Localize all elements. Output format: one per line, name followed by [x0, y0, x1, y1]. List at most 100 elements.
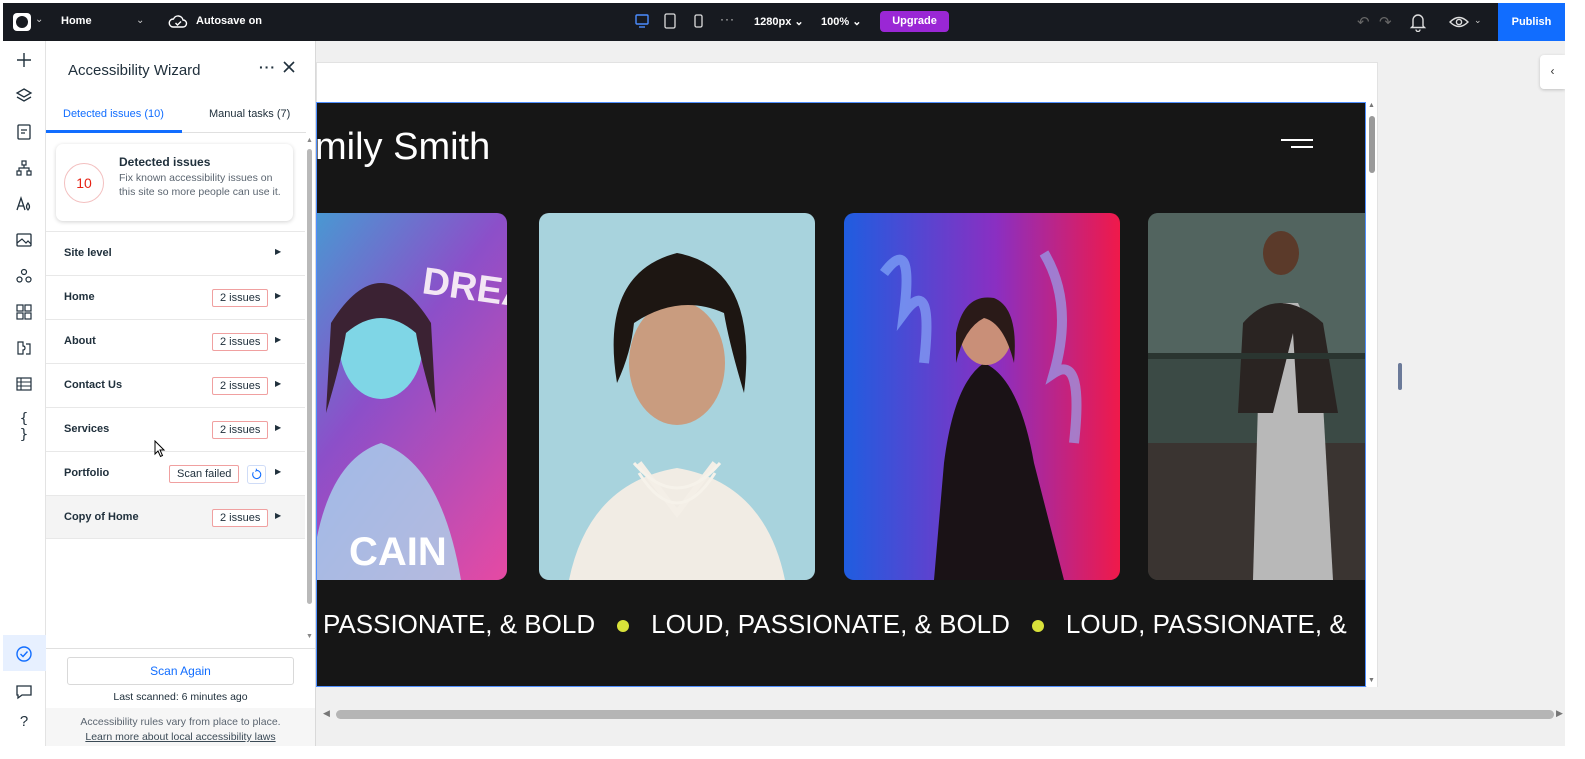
summary-title: Detected issues: [119, 155, 211, 169]
retry-scan-icon[interactable]: [247, 465, 266, 484]
layers-icon[interactable]: [15, 87, 33, 105]
bell-icon[interactable]: [1409, 12, 1427, 32]
summary-description: Fix known accessibility issues on this s…: [119, 172, 281, 198]
redo-icon[interactable]: ↷: [1379, 13, 1392, 31]
gallery-image-4[interactable]: [1148, 213, 1365, 580]
design-icon[interactable]: [15, 195, 33, 213]
comments-icon[interactable]: [15, 683, 33, 701]
tablet-icon[interactable]: [664, 13, 676, 29]
resize-handle[interactable]: [1398, 363, 1402, 390]
portrait-illustration: [539, 213, 815, 580]
list-item-about[interactable]: About 2 issues ▶: [46, 319, 305, 363]
portrait-illustration: [1148, 213, 1365, 580]
detected-issues-summary: 10 Detected issues Fix known accessibili…: [56, 144, 293, 221]
bullet-dot-icon: [1031, 620, 1044, 633]
scroll-right-icon[interactable]: ▶: [1556, 708, 1563, 719]
help-icon[interactable]: ?: [15, 713, 33, 731]
canvas-horizontal-scrollbar[interactable]: [336, 710, 1554, 719]
upgrade-button[interactable]: Upgrade: [880, 11, 949, 32]
accessibility-icon[interactable]: [15, 645, 33, 663]
panel-tabs: Detected issues (10) Manual tasks (7): [46, 99, 306, 133]
scan-failed-tag: Scan failed: [169, 465, 240, 483]
left-toolbar: { } ?: [3, 41, 46, 746]
widgets-icon[interactable]: [15, 303, 33, 321]
active-tab-indicator: [46, 130, 182, 133]
portrait-illustration: DREA CAIN: [317, 213, 507, 580]
local-laws-link[interactable]: Learn more about local accessibility law…: [46, 730, 315, 745]
scrollbar-thumb[interactable]: [1369, 116, 1375, 173]
site-section-selected[interactable]: mily Smith DREA CAIN PASSIONATE, & BOLD …: [316, 102, 1366, 687]
row-label: Copy of Home: [64, 511, 139, 523]
scan-again-button[interactable]: Scan Again: [67, 657, 294, 685]
issue-count-tag: 2 issues: [212, 333, 269, 351]
list-item-services[interactable]: Services 2 issues ▶: [46, 407, 305, 451]
list-item-home[interactable]: Home 2 issues ▶: [46, 275, 305, 319]
list-item-site-level[interactable]: Site level ▶: [46, 231, 305, 275]
site-structure-icon[interactable]: [15, 159, 33, 177]
more-devices-button[interactable]: ···: [720, 12, 735, 26]
cms-table-icon[interactable]: [15, 375, 33, 393]
issues-list: Site level ▶ Home 2 issues ▶ About 2 iss…: [46, 231, 305, 539]
zoom-selector[interactable]: 100% ⌄: [821, 15, 861, 28]
eye-icon[interactable]: [1449, 14, 1469, 30]
marquee-segment: PASSIONATE, & BOLD: [323, 609, 596, 639]
site-title[interactable]: mily Smith: [317, 126, 490, 169]
close-icon[interactable]: [282, 60, 296, 74]
row-label: Home: [64, 291, 95, 303]
panel-footer: Scan Again Last scanned: 6 minutes ago A…: [46, 648, 315, 746]
gallery-image-3[interactable]: [844, 213, 1120, 580]
apps-icon[interactable]: [15, 267, 33, 285]
undo-icon[interactable]: ↶: [1357, 13, 1370, 31]
scrollbar-thumb[interactable]: [307, 149, 312, 604]
chevron-left-icon[interactable]: ‹: [1540, 55, 1565, 89]
issue-count-badge: 10: [64, 163, 104, 203]
caret-right-icon: ▶: [275, 467, 282, 476]
tab-manual-tasks[interactable]: Manual tasks (7): [209, 108, 290, 120]
page-selector[interactable]: Home: [61, 15, 92, 27]
chevron-down-icon[interactable]: ⌄: [35, 14, 43, 25]
gallery-image-2[interactable]: [539, 213, 815, 580]
scroll-up-icon[interactable]: ▲: [305, 137, 314, 144]
caret-right-icon: ▶: [275, 511, 282, 520]
pages-icon[interactable]: [15, 123, 33, 141]
list-item-portfolio[interactable]: Portfolio Scan failed ▶: [46, 451, 305, 495]
tab-detected-issues[interactable]: Detected issues (10): [63, 108, 164, 120]
wix-logo-icon[interactable]: [13, 13, 31, 31]
list-item-copy-of-home[interactable]: Copy of Home 2 issues ▶: [46, 495, 305, 539]
row-label: Portfolio: [64, 467, 110, 479]
canvas-width-selector[interactable]: 1280px ⌄: [754, 15, 804, 28]
row-label: About: [64, 335, 96, 347]
marquee-text[interactable]: PASSIONATE, & BOLD LOUD, PASSIONATE, & BO…: [323, 609, 1347, 640]
caret-right-icon: ▶: [275, 379, 282, 388]
blocks-icon[interactable]: [15, 339, 33, 357]
canvas-vertical-scrollbar[interactable]: ▲ ▼: [1367, 102, 1377, 687]
more-options-button[interactable]: ···: [259, 59, 276, 75]
code-icon[interactable]: { }: [15, 411, 33, 443]
mobile-icon[interactable]: [694, 13, 703, 29]
scroll-down-icon[interactable]: ▼: [1368, 677, 1375, 684]
gallery-image-1[interactable]: DREA CAIN: [317, 213, 507, 580]
marquee-segment: LOUD, PASSIONATE, & BOLD: [651, 609, 1010, 639]
cloud-check-icon: [168, 15, 188, 28]
accessibility-wizard-panel: Accessibility Wizard ··· Detected issues…: [46, 41, 316, 746]
scroll-up-icon[interactable]: ▲: [1368, 102, 1375, 109]
row-label: Services: [64, 423, 110, 435]
chevron-down-icon[interactable]: ⌄: [1474, 15, 1482, 26]
scroll-left-icon[interactable]: ◀: [323, 708, 330, 719]
publish-button[interactable]: Publish: [1498, 3, 1565, 41]
caret-right-icon: ▶: [275, 423, 282, 432]
note-text: Accessibility rules vary from place to p…: [80, 716, 281, 728]
caret-right-icon: ▶: [275, 335, 282, 344]
panel-scrollbar[interactable]: ▲ ▼: [305, 137, 314, 645]
row-label: Contact Us: [64, 379, 123, 391]
issue-count-tag: 2 issues: [212, 509, 269, 527]
scroll-down-icon[interactable]: ▼: [305, 633, 314, 640]
desktop-icon[interactable]: [635, 13, 649, 29]
add-icon[interactable]: [15, 51, 33, 69]
chevron-down-icon[interactable]: ⌄: [136, 15, 144, 26]
accessibility-note: Accessibility rules vary from place to p…: [46, 708, 315, 746]
mouse-cursor-icon: [154, 440, 166, 458]
menu-icon[interactable]: [1281, 139, 1313, 149]
media-icon[interactable]: [15, 231, 33, 249]
list-item-contact-us[interactable]: Contact Us 2 issues ▶: [46, 363, 305, 407]
